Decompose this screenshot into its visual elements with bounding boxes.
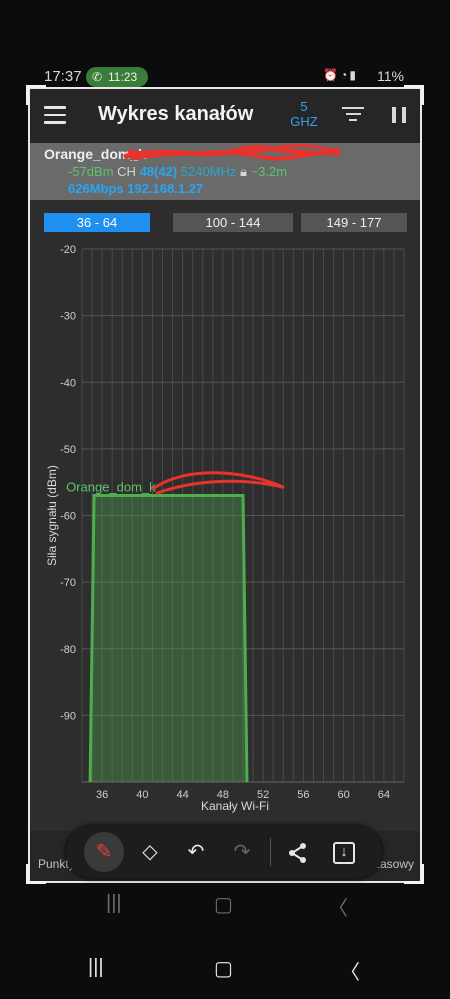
band-selector-button[interactable]: 5 GHZ [286,99,322,129]
x-tick-label: 64 [378,789,390,801]
chart-svg: -20-30-40-50-60-70-80-9036 40 44 48 52 56 60 64… [45,244,405,813]
crop-handle-bottom-left[interactable] [26,864,46,884]
back-icon[interactable]: 〈 [340,956,360,985]
undo-icon[interactable]: ↶ [176,832,216,872]
screen: 17:37 ✆ 11:23 ⏰◔▮ 11% Wykres kanałów 5 G… [0,0,450,999]
x-axis-title: Kanały Wi-Fi [201,799,269,813]
home-icon[interactable]: ▢ [214,892,233,917]
redo-icon[interactable]: ↷ [222,832,262,872]
band-unit: GHZ [290,114,318,129]
inner-navigation-bar: ||| ▢ 〈 [30,886,420,926]
filter-icon[interactable] [342,107,364,125]
wifi-icon: ◔ [340,68,350,82]
redaction-scribble [123,143,341,161]
y-axis-title: Siła sygnału (dBm) [45,465,59,566]
series-label: Orange_dom_k [66,480,156,495]
tab-149-177[interactable]: 149 - 177 [301,213,407,232]
hamburger-menu-icon[interactable] [44,106,66,124]
eraser-icon[interactable]: ◇ [130,832,170,872]
phone-icon: ✆ [92,70,103,84]
drawing-toolbar: ✎ ◇ ↶ ↷ ↓ [66,826,382,878]
lock-icon: 🔒︎ [240,164,247,179]
home-icon[interactable]: ▢ [214,956,233,981]
network-details: -57dBm CH 48(42) 5240MHz 🔒︎ ~3.2m [68,164,287,180]
back-icon[interactable]: 〈 [328,892,348,921]
distance: ~3.2m [250,164,288,179]
band-value: 5 [300,99,308,114]
y-tick-label: -30 [60,311,76,323]
x-tick-label: 60 [338,789,350,801]
pen-icon[interactable]: ✎ [84,832,124,872]
y-tick-label: -80 [60,644,76,656]
speed-and-ip: 626Mbps 192.168.1.27 [68,181,204,196]
app-window: Wykres kanałów 5 GHZ Orange_dom_k -57dBm… [28,87,422,883]
connected-network-panel[interactable]: Orange_dom_k -57dBm CH 48(42) 5240MHz 🔒︎… [30,143,420,200]
share-icon[interactable] [278,832,318,872]
tab-100-144[interactable]: 100 - 144 [173,213,293,232]
status-icons: ⏰◔▮ [323,68,358,82]
call-duration: 11:23 [108,70,138,84]
signal-strength: -57dBm [68,164,114,179]
y-tick-label: -60 [60,511,76,523]
x-tick-label: 36 [96,789,108,801]
toolbar-divider [270,838,271,866]
y-tick-label: -50 [60,444,76,456]
tab-36-64[interactable]: 36 - 64 [44,213,150,232]
ongoing-call-chip[interactable]: ✆ 11:23 [86,67,148,87]
series-area [90,495,247,782]
channel-label: CH [117,164,136,179]
status-time: 17:37 [44,68,82,85]
alarm-icon: ⏰ [323,68,341,82]
x-tick-label: 40 [136,789,148,801]
frequency: 5240MHz [180,164,237,179]
app-toolbar: Wykres kanałów 5 GHZ [30,89,420,143]
y-tick-label: -20 [60,244,76,256]
y-tick-label: -40 [60,377,76,389]
crop-handle-bottom-right[interactable] [404,864,424,884]
channel-number: 48(42) [139,164,178,179]
y-tick-label: -70 [60,577,76,589]
signal-icon: ▮ [349,68,358,82]
page-title: Wykres kanałów [98,103,254,125]
x-tick-label: 56 [297,789,309,801]
crop-handle-top-left[interactable] [26,85,46,105]
pause-icon[interactable] [392,107,406,123]
battery-level: 11% [377,68,404,84]
recents-icon[interactable]: ||| [88,956,104,979]
crop-handle-top-right[interactable] [404,85,424,105]
recents-icon[interactable]: ||| [106,892,122,915]
save-icon[interactable]: ↓ [324,832,364,872]
channel-range-tabs: 36 - 64 100 - 144 149 - 177 [44,213,408,233]
x-tick-label: 44 [177,789,189,801]
channel-chart: -20 -30 -40 -50 -60 -70 -80 -90 36 40 44 48 52 56 60 64… [30,239,420,819]
y-tick-label: -90 [60,710,76,722]
system-navigation-bar: ||| ▢ 〈 [0,950,450,999]
